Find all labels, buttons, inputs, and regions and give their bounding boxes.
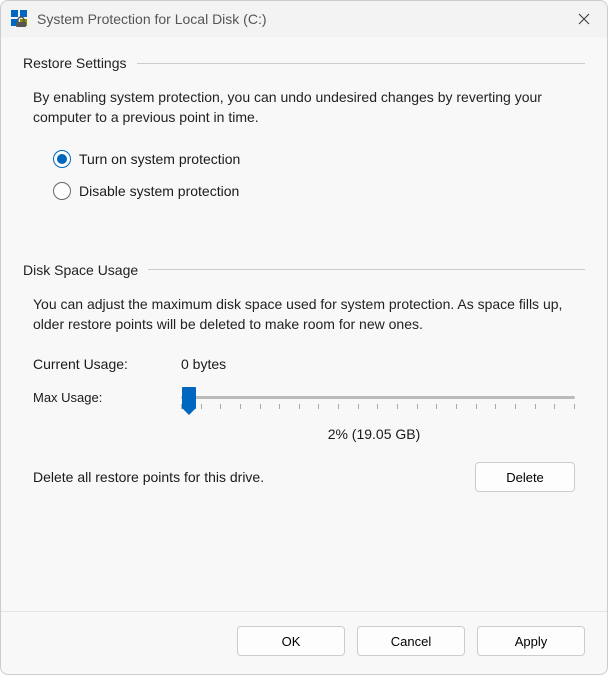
restore-description: By enabling system protection, you can u…: [33, 87, 575, 128]
radio-label-on: Turn on system protection: [79, 151, 240, 167]
radio-label-off: Disable system protection: [79, 183, 239, 199]
slider-ticks: [181, 404, 575, 410]
slider-value-text: 2% (19.05 GB): [163, 426, 585, 442]
divider: [148, 269, 585, 270]
radio-indicator-on: [53, 150, 71, 168]
protection-radio-group: Turn on system protection Disable system…: [53, 150, 585, 200]
dialog-content: Restore Settings By enabling system prot…: [1, 37, 607, 611]
current-usage-row: Current Usage: 0 bytes: [33, 356, 575, 372]
delete-button[interactable]: Delete: [475, 462, 575, 492]
disk-description: You can adjust the maximum disk space us…: [33, 294, 575, 335]
window-title: System Protection for Local Disk (C:): [37, 11, 561, 27]
disk-usage-label: Disk Space Usage: [23, 262, 138, 278]
current-usage-label: Current Usage:: [33, 356, 181, 372]
radio-turn-on[interactable]: Turn on system protection: [53, 150, 585, 168]
radio-indicator-off: [53, 182, 71, 200]
radio-disable[interactable]: Disable system protection: [53, 182, 585, 200]
apply-button[interactable]: Apply: [477, 626, 585, 656]
restore-settings-label: Restore Settings: [23, 55, 127, 71]
dialog-button-bar: OK Cancel Apply: [1, 611, 607, 674]
max-usage-row: Max Usage:: [33, 390, 575, 420]
divider: [137, 63, 586, 64]
close-button[interactable]: [561, 1, 607, 37]
slider-track: [181, 396, 575, 399]
titlebar: System Protection for Local Disk (C:): [1, 1, 607, 37]
current-usage-value: 0 bytes: [181, 356, 226, 372]
disk-usage-heading: Disk Space Usage: [23, 262, 585, 278]
restore-settings-heading: Restore Settings: [23, 55, 585, 71]
system-protection-icon: [11, 10, 29, 28]
ok-button[interactable]: OK: [237, 626, 345, 656]
delete-description: Delete all restore points for this drive…: [33, 469, 264, 485]
max-usage-label: Max Usage:: [33, 390, 181, 405]
dialog-window: System Protection for Local Disk (C:) Re…: [0, 0, 608, 675]
max-usage-slider[interactable]: [181, 390, 575, 420]
delete-row: Delete all restore points for this drive…: [33, 462, 575, 492]
cancel-button[interactable]: Cancel: [357, 626, 465, 656]
